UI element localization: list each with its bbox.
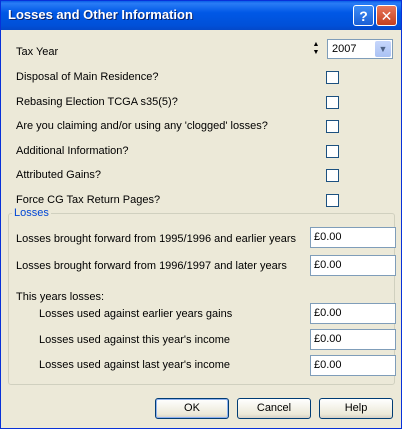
checkbox-rebasing[interactable] bbox=[326, 96, 339, 109]
dialog-body: Tax Year ▲ ▼ 2007 ▼ Disposal of Main Res… bbox=[4, 31, 398, 425]
tax-year-spinner[interactable]: ▲ ▼ bbox=[310, 41, 322, 57]
help-button[interactable]: Help bbox=[319, 398, 393, 419]
used-this-income-label: Losses used against this year's income bbox=[39, 334, 231, 346]
option-label-rebasing: Rebasing Election TCGA s35(5)? bbox=[16, 96, 178, 108]
bf-1995-label: Losses brought forward from 1995/1996 an… bbox=[16, 233, 297, 245]
chevron-down-icon[interactable]: ▼ bbox=[375, 41, 391, 57]
losses-group-caption: Losses bbox=[12, 207, 51, 219]
used-gains-field[interactable]: £0.00 bbox=[310, 303, 396, 324]
tax-year-value: 2007 bbox=[332, 43, 357, 55]
used-gains-label: Losses used against earlier years gains bbox=[39, 308, 233, 320]
checkbox-main-residence[interactable] bbox=[326, 71, 339, 84]
bf-1996-field[interactable]: £0.00 bbox=[310, 255, 396, 276]
option-label-clogged-losses: Are you claiming and/or using any 'clogg… bbox=[16, 120, 268, 132]
cancel-button[interactable]: Cancel bbox=[237, 398, 311, 419]
tax-year-label: Tax Year bbox=[16, 46, 59, 58]
checkbox-force-cg-pages[interactable] bbox=[326, 194, 339, 207]
spin-down-icon[interactable]: ▼ bbox=[310, 49, 322, 57]
spin-up-icon[interactable]: ▲ bbox=[310, 41, 322, 49]
tax-year-select[interactable]: 2007 ▼ bbox=[327, 39, 393, 59]
checkbox-additional-info[interactable] bbox=[326, 145, 339, 158]
bf-1996-label: Losses brought forward from 1996/1997 an… bbox=[16, 260, 287, 272]
option-label-force-cg-pages: Force CG Tax Return Pages? bbox=[16, 194, 161, 206]
checkbox-attributed-gains[interactable] bbox=[326, 169, 339, 182]
ok-button[interactable]: OK bbox=[155, 398, 229, 419]
used-last-income-field[interactable]: £0.00 bbox=[310, 355, 396, 376]
window-title: Losses and Other Information bbox=[8, 7, 193, 22]
bf-1995-field[interactable]: £0.00 bbox=[310, 227, 396, 248]
this-years-losses-label: This years losses: bbox=[16, 291, 105, 303]
used-last-income-label: Losses used against last year's income bbox=[39, 359, 231, 371]
option-label-attributed-gains: Attributed Gains? bbox=[16, 169, 101, 181]
title-bar[interactable]: Losses and Other Information ? ✕ bbox=[1, 1, 401, 30]
dialog-window: Losses and Other Information ? ✕ Tax Yea… bbox=[0, 0, 402, 429]
option-label-main-residence: Disposal of Main Residence? bbox=[16, 71, 159, 83]
close-button[interactable]: ✕ bbox=[376, 5, 397, 26]
option-label-additional-info: Additional Information? bbox=[16, 145, 129, 157]
help-title-button[interactable]: ? bbox=[353, 5, 374, 26]
checkbox-clogged-losses[interactable] bbox=[326, 120, 339, 133]
used-this-income-field[interactable]: £0.00 bbox=[310, 329, 396, 350]
